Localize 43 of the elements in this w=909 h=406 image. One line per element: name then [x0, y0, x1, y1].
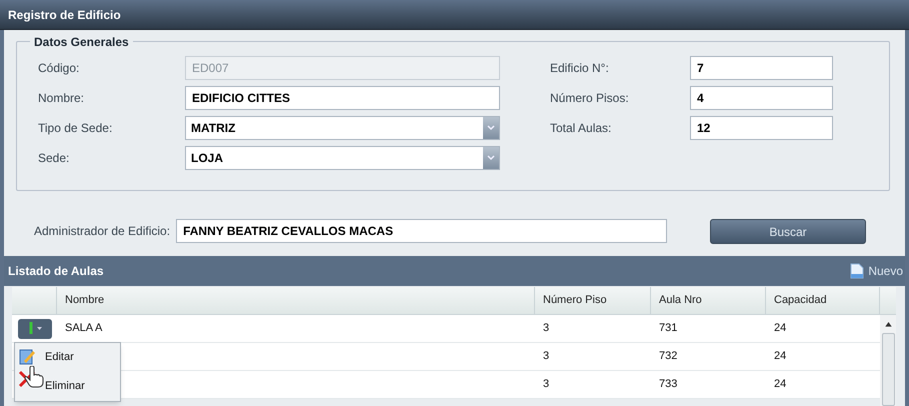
field-label: Edificio N°: — [550, 60, 610, 77]
table-cell-text: 3 — [542, 377, 550, 392]
menu-item[interactable]: Editar — [15, 344, 120, 370]
table-cell-text: 3 — [542, 321, 550, 336]
input-field[interactable]: 4 — [690, 86, 833, 110]
input-field[interactable]: FANNY BEATRIZ CEVALLOS MACAS — [176, 219, 668, 243]
document-icon — [850, 263, 864, 279]
field-label: Nombre: — [38, 90, 86, 107]
search-button[interactable]: Buscar — [710, 219, 866, 244]
hand-cursor-icon — [24, 366, 44, 388]
pencil-document-icon — [18, 348, 36, 366]
panel-title: Listado de Aulas — [8, 263, 104, 280]
table-cell-text: 24 — [773, 321, 788, 336]
table-cell-text: SALA A — [64, 321, 104, 336]
dropdown[interactable]: MATRIZ — [185, 116, 500, 140]
input-field[interactable]: 12 — [690, 116, 833, 140]
column-header[interactable]: Nombre — [57, 287, 535, 314]
field-label: Sede: — [38, 150, 70, 167]
table-cell-text: 731 — [658, 321, 678, 336]
column-header[interactable]: Capacidad — [766, 287, 880, 314]
field-label: Número Pisos: — [550, 90, 630, 107]
table-cell-text: 733 — [658, 377, 678, 392]
field-label: Código: — [38, 60, 80, 77]
scrollbar[interactable] — [880, 315, 896, 406]
field-label: Administrador de Edificio: — [34, 223, 170, 240]
caret-icon — [36, 327, 42, 330]
field-label: Total Aulas: — [550, 120, 612, 137]
table-cell-text: 24 — [773, 377, 788, 392]
input-field[interactable]: EDIFICIO CITTES — [185, 86, 500, 110]
menu-item[interactable]: Eliminar — [15, 374, 120, 400]
scroll-up-arrow-icon[interactable] — [884, 322, 892, 327]
field-label: Tipo de Sede: — [38, 120, 114, 137]
new-button[interactable]: Nuevo — [850, 262, 903, 280]
row-action-button[interactable] — [18, 318, 52, 338]
window-title: Registro de Edificio — [8, 6, 121, 24]
table-cell-text: 24 — [773, 349, 788, 364]
dropdown[interactable]: LOJA — [185, 146, 500, 170]
column-header[interactable]: Número Piso — [535, 287, 651, 314]
column-header[interactable]: Aula Nro — [651, 287, 766, 314]
input-field[interactable]: 7 — [690, 56, 833, 80]
delete-icon — [18, 370, 36, 388]
table-cell-text: 732 — [658, 349, 678, 364]
table-cell-text: 3 — [542, 349, 550, 364]
